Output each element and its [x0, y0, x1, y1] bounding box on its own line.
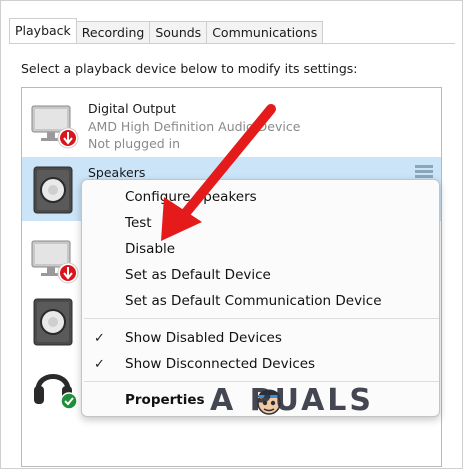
menu-item-set-default-communication-device[interactable]: Set as Default Communication Device	[125, 293, 382, 309]
menu-item-show-disconnected-devices[interactable]: Show Disconnected Devices	[125, 356, 315, 372]
device-name: Speakers	[88, 165, 146, 180]
red-down-arrow-icon	[60, 265, 76, 281]
tab-playback[interactable]: Playback	[9, 18, 77, 43]
watermark-text: A PUALS	[210, 383, 375, 418]
device-status: Not plugged in	[88, 136, 181, 151]
watermark: A PUALS	[210, 383, 460, 425]
menu-item-configure-speakers[interactable]: Configure Speakers	[125, 189, 257, 205]
device-digital-output[interactable]: Digital Output AMD High Definition Audio…	[22, 90, 441, 156]
menu-item-disable[interactable]: Disable	[125, 241, 175, 257]
monitor-speaker-icon	[31, 240, 79, 284]
menu-item-test[interactable]: Test	[125, 215, 152, 231]
device-driver: AMD High Definition Audio Device	[88, 119, 301, 134]
device-name: Digital Output	[88, 101, 176, 116]
menu-item-show-disabled-devices[interactable]: Show Disabled Devices	[125, 330, 282, 346]
headphones-icon	[34, 374, 78, 410]
sound-dialog: Playback Recording Sounds Communications…	[0, 0, 463, 469]
instruction-text: Select a playback device below to modify…	[21, 61, 358, 76]
tab-divider	[9, 43, 455, 44]
monitor-speaker-icon	[31, 105, 79, 149]
volume-level-icon	[415, 165, 433, 179]
tab-sounds[interactable]: Sounds	[149, 21, 208, 43]
speaker-icon	[33, 298, 73, 346]
menu-item-set-default-device[interactable]: Set as Default Device	[125, 267, 271, 283]
check-icon: ✓	[94, 331, 105, 346]
tab-strip: Playback Recording Sounds Communications	[9, 18, 324, 43]
menu-item-properties[interactable]: Properties	[125, 392, 205, 408]
tab-communications[interactable]: Communications	[206, 21, 324, 43]
speaker-icon	[33, 166, 73, 214]
menu-separator	[84, 318, 439, 319]
tab-recording[interactable]: Recording	[75, 21, 151, 43]
green-check-icon	[60, 392, 78, 410]
check-icon: ✓	[94, 357, 105, 372]
red-down-arrow-icon	[60, 130, 76, 146]
